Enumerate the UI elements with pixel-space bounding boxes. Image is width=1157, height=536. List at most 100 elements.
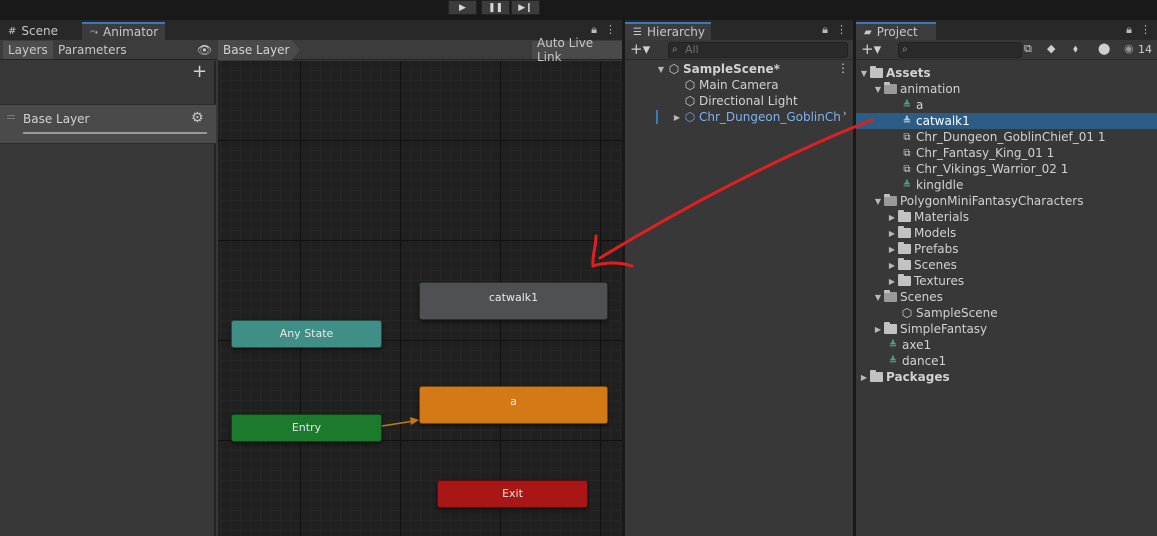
collapsed-arrow-icon[interactable]: ▶ <box>872 325 884 334</box>
asset-item[interactable]: ⬡ SampleScene <box>900 305 998 321</box>
transition-entry-to-a[interactable] <box>218 61 622 536</box>
hierarchy-item-label: Directional Light <box>699 94 798 108</box>
warning-icon[interactable]: ⬤ <box>1098 42 1110 55</box>
folder-label: Prefabs <box>914 242 959 256</box>
layers-sidebar: + Base Layer ⚙ <box>0 61 216 536</box>
hidden-count-icon[interactable]: ◉ <box>1124 42 1134 55</box>
asset-label: SampleScene <box>916 306 998 320</box>
animator-tabbar: # Scene ⤳ Animator 🔒︎ ⋮ <box>0 20 622 40</box>
chevron-right-icon[interactable]: › <box>843 109 847 119</box>
search-by-type-icon[interactable]: ⧉ <box>1024 42 1032 56</box>
folder-simplefantasy[interactable]: ▶ SimpleFantasy <box>872 321 987 337</box>
asset-item-selected[interactable]: ≜ catwalk1 <box>856 113 1157 129</box>
asset-item[interactable]: ⧉ Chr_Vikings_Warrior_02 1 <box>900 161 1068 177</box>
folder-icon <box>898 258 911 270</box>
project-search-input[interactable]: ⌕ <box>898 42 1022 58</box>
animation-clip-icon: ≜ <box>902 99 912 111</box>
folder-item[interactable]: ▶ Scenes <box>886 257 957 273</box>
folder-animation[interactable]: ▼ animation <box>872 81 960 97</box>
folder-scenes[interactable]: ▼ Scenes <box>872 289 943 305</box>
folder-icon <box>898 274 911 286</box>
expanded-arrow-icon[interactable]: ▼ <box>872 197 884 206</box>
breadcrumb-base-layer: Base Layer <box>223 43 290 57</box>
asset-item[interactable]: ≜ dance1 <box>886 353 946 369</box>
menu-kebab-icon[interactable]: ⋮ <box>836 23 847 37</box>
prefab-icon: ⬡ <box>684 110 696 124</box>
tab-hierarchy-label: Hierarchy <box>646 25 705 39</box>
expanded-arrow-icon[interactable]: ▼ <box>872 293 884 302</box>
animation-clip-icon: ≜ <box>902 115 912 127</box>
auto-live-link-button[interactable]: Auto Live Link <box>532 36 622 64</box>
label-tag-icon[interactable]: ⬧ <box>1073 42 1078 56</box>
tab-animator[interactable]: ⤳ Animator <box>82 22 165 40</box>
folder-item[interactable]: ▶ Materials <box>886 209 969 225</box>
tab-parameters[interactable]: Parameters <box>53 41 132 59</box>
scene-menu-icon[interactable]: ⋮ <box>837 61 849 75</box>
pause-button[interactable]: ❚❚ <box>481 0 510 15</box>
tab-hierarchy[interactable]: ☰ Hierarchy <box>625 22 711 40</box>
asset-item[interactable]: ⧉ Chr_Fantasy_King_01 1 <box>900 145 1054 161</box>
eye-toggle[interactable]: 👁︎ <box>192 41 217 59</box>
unity-scene-icon: ⬡ <box>668 62 680 76</box>
lock-icon[interactable]: 🔒︎ <box>591 23 597 37</box>
layer-name: Base Layer <box>23 112 90 126</box>
filter-type-icon[interactable]: ◆ <box>1047 42 1055 55</box>
collapsed-arrow-icon[interactable]: ▶ <box>671 113 683 122</box>
menu-kebab-icon[interactable]: ⋮ <box>1140 23 1151 37</box>
lock-icon[interactable]: 🔒︎ <box>822 23 828 37</box>
tab-scene-label: Scene <box>21 24 58 38</box>
folder-assets[interactable]: ▼ Assets <box>858 65 931 81</box>
create-dropdown[interactable]: +▾ <box>630 40 650 58</box>
tab-project[interactable]: ▰ Project <box>856 22 936 40</box>
folder-item[interactable]: ▶ Prefabs <box>886 241 959 257</box>
folder-icon <box>884 322 897 334</box>
scene-root[interactable]: ▼ ⬡ SampleScene* <box>655 61 780 77</box>
collapsed-arrow-icon[interactable]: ▶ <box>886 213 898 222</box>
folder-polygon[interactable]: ▼ PolygonMiniFantasyCharacters <box>872 193 1083 209</box>
animation-clip-icon: ≜ <box>902 179 912 191</box>
folder-label: Packages <box>886 370 950 384</box>
asset-item[interactable]: ≜ kingIdle <box>900 177 964 193</box>
hierarchy-item[interactable]: ⬡ Directional Light <box>683 93 798 109</box>
expanded-arrow-icon[interactable]: ▼ <box>655 65 667 74</box>
layer-item-base[interactable]: Base Layer ⚙ <box>0 104 216 144</box>
folder-item[interactable]: ▶ Textures <box>886 273 964 289</box>
asset-label: dance1 <box>902 354 947 368</box>
folder-packages[interactable]: ▶ Packages <box>858 369 950 385</box>
step-button[interactable]: ▶❙ <box>511 0 540 15</box>
state-machine-graph[interactable]: catwalk1 Any State a Entry Exit <box>218 61 622 536</box>
folder-item[interactable]: ▶ Models <box>886 225 956 241</box>
hierarchy-tab-tools: 🔒︎ ⋮ <box>822 23 847 37</box>
hierarchy-search-input[interactable]: ⌕ All <box>668 42 848 58</box>
collapsed-arrow-icon[interactable]: ▶ <box>886 229 898 238</box>
transition-line <box>381 420 415 427</box>
lock-icon[interactable]: 🔒︎ <box>1126 23 1132 37</box>
asset-item[interactable]: ⧉ Chr_Dungeon_GoblinChief_01 1 <box>900 129 1105 145</box>
expanded-arrow-icon[interactable]: ▼ <box>872 85 884 94</box>
animation-clip-icon: ≜ <box>888 355 898 367</box>
unity-scene-icon: ⬡ <box>901 306 913 320</box>
collapsed-arrow-icon[interactable]: ▶ <box>886 261 898 270</box>
folder-icon <box>898 226 911 238</box>
layer-weight-slider[interactable] <box>23 132 207 134</box>
menu-kebab-icon[interactable]: ⋮ <box>605 23 616 37</box>
collapsed-arrow-icon[interactable]: ▶ <box>886 277 898 286</box>
project-window: ▰ Project 🔒︎ ⋮ +▾ ⌕ ⧉ ◆ ⬧ ⬤ ◉ 14 ▼ Asset… <box>856 20 1157 536</box>
hierarchy-item-prefab[interactable]: ▶ ⬡ Chr_Dungeon_GoblinCh <box>671 109 841 125</box>
selection-marker <box>656 110 658 124</box>
asset-item[interactable]: ≜ axe1 <box>886 337 931 353</box>
gear-icon[interactable]: ⚙ <box>191 110 204 126</box>
breadcrumb[interactable]: Base Layer <box>218 40 300 60</box>
asset-label: a <box>916 98 924 112</box>
tab-scene[interactable]: # Scene <box>0 22 80 40</box>
collapsed-arrow-icon[interactable]: ▶ <box>886 245 898 254</box>
add-layer-button[interactable]: + <box>192 63 207 81</box>
play-button[interactable]: ▶ <box>448 0 477 15</box>
hierarchy-item[interactable]: ⬡ Main Camera <box>683 77 779 93</box>
collapsed-arrow-icon[interactable]: ▶ <box>858 373 870 382</box>
asset-item[interactable]: ≜ a <box>900 97 924 113</box>
expanded-arrow-icon[interactable]: ▼ <box>858 69 870 78</box>
drag-handle-icon[interactable] <box>7 115 15 116</box>
tab-layers[interactable]: Layers <box>3 41 53 59</box>
create-dropdown[interactable]: +▾ <box>861 40 881 58</box>
